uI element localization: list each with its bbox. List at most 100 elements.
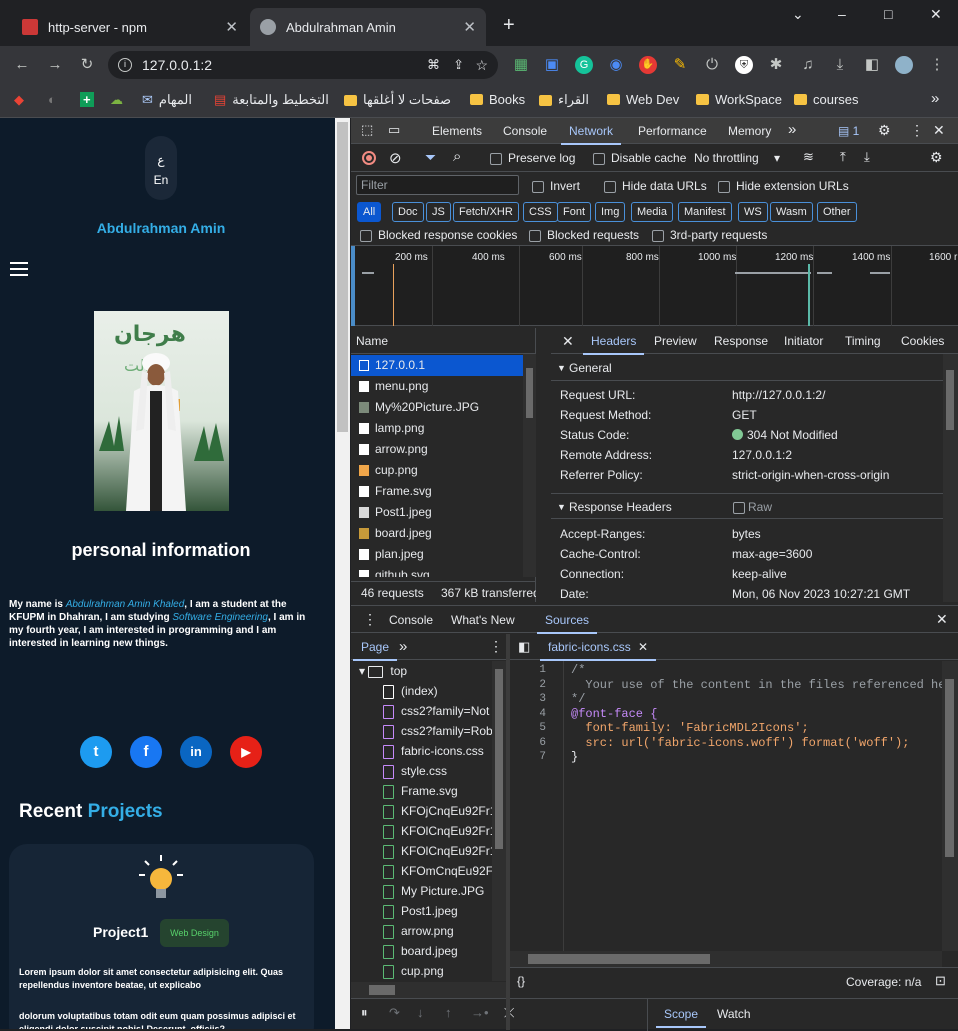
step-over-icon[interactable]: ↷ (389, 1005, 400, 1021)
reload-icon[interactable]: ↻ (78, 56, 96, 74)
bookmark-planning[interactable]: ▤ التخطيط والمتابعة (214, 92, 329, 108)
device-toolbar-icon[interactable]: ▭ (388, 122, 400, 138)
step-icon[interactable]: →• (471, 1005, 489, 1020)
third-party-checkbox[interactable]: 3rd-party requests (652, 228, 767, 242)
request-row[interactable]: Post1.jpeg (351, 502, 536, 523)
import-har-icon[interactable]: ⤒ (840, 149, 846, 165)
bookmark-icon-3[interactable]: + (80, 92, 94, 107)
request-row[interactable]: 127.0.0.1 (351, 355, 536, 376)
youtube-icon[interactable]: ▶ (230, 736, 262, 768)
record-icon[interactable] (362, 151, 376, 165)
throttling-select[interactable]: No throttling ▾ (694, 151, 780, 165)
filter-js[interactable]: JS (426, 202, 451, 222)
lang-arabic[interactable]: ع (145, 150, 177, 170)
tab-page[interactable]: Page (352, 640, 398, 661)
settings-gear-icon[interactable]: ⚙ (878, 122, 891, 139)
export-har-icon[interactable]: ⤓ (864, 149, 870, 165)
media-icon[interactable]: ♫ (799, 56, 817, 74)
step-out-icon[interactable]: ↑ (445, 1005, 452, 1020)
tab-performance[interactable]: Performance (638, 124, 707, 138)
bookmark-icon-4[interactable]: ☁ (110, 92, 123, 108)
hide-data-urls-checkbox[interactable]: Hide data URLs (604, 179, 707, 193)
request-row[interactable]: plan.jpeg (351, 544, 536, 565)
tree-item[interactable]: KFOjCnqEu92Fr1 (383, 804, 496, 819)
request-row[interactable]: board.jpeg (351, 523, 536, 544)
filter-manifest[interactable]: Manifest (678, 202, 732, 222)
response-headers-section-header[interactable]: ▼ Response Headers Raw (551, 493, 943, 519)
pretty-print-icon[interactable]: {} (517, 974, 525, 988)
preserve-log-checkbox[interactable]: Preserve log (490, 151, 575, 165)
tree-scrollbar[interactable] (492, 661, 506, 981)
pause-icon[interactable]: ⏸ (361, 1005, 368, 1021)
tree-hscrollbar[interactable] (351, 982, 506, 998)
grammarly-icon[interactable]: G (575, 56, 593, 74)
request-row[interactable]: My%20Picture.JPG (351, 397, 536, 418)
tree-item[interactable]: style.css (383, 764, 447, 779)
lang-english[interactable]: En (145, 170, 177, 190)
network-timeline-overview[interactable]: 200 ms 400 ms 600 ms 800 ms 1000 ms 1200… (351, 246, 958, 326)
tab-elements[interactable]: Elements (432, 124, 482, 138)
request-row[interactable]: Frame.svg (351, 481, 536, 502)
bookmark-folder-readers[interactable]: القراء (539, 92, 589, 108)
editor-tab-fabric-icons[interactable]: fabric-icons.css ✕ (539, 640, 657, 661)
tab-console[interactable]: Console (503, 124, 547, 138)
close-icon[interactable]: ✕ (225, 18, 238, 36)
request-row[interactable]: cup.png (351, 460, 536, 481)
tree-item[interactable]: Frame.svg (383, 784, 458, 799)
tab-network[interactable]: Network (560, 124, 622, 145)
address-bar[interactable]: i 127.0.0.1:2 ⌘ ⇪ ☆ (108, 51, 498, 79)
shield-icon[interactable]: ⛨ (735, 56, 753, 74)
bookmark-icon-2[interactable]: ◐ (48, 92, 56, 107)
general-value[interactable]: strict-origin-when-cross-origin (732, 468, 889, 482)
editor-hscrollbar[interactable] (510, 951, 942, 967)
response-value[interactable]: Mon, 06 Nov 2023 10:27:21 GMT (732, 587, 910, 601)
tab-initiator[interactable]: Initiator (784, 334, 823, 348)
request-row[interactable]: github.svg (351, 565, 536, 577)
tab-timing[interactable]: Timing (845, 334, 881, 348)
tree-item[interactable]: KFOmCnqEu92Fr (383, 864, 497, 879)
linkedin-icon[interactable]: in (180, 736, 212, 768)
details-scrollbar[interactable] (943, 354, 958, 602)
minimize-button[interactable]: – (838, 6, 846, 22)
request-row[interactable]: arrow.png (351, 439, 536, 460)
bookmark-icon-1[interactable]: ◆ (14, 92, 24, 108)
filter-media[interactable]: Media (631, 202, 673, 222)
tab-npm[interactable]: http-server - npm ✕ (12, 8, 248, 46)
devtools-menu-icon[interactable]: ⋮ (910, 122, 924, 139)
adblock-icon[interactable]: ✋ (639, 56, 657, 74)
step-into-icon[interactable]: ↓ (417, 1005, 424, 1020)
tab-abdulrahman[interactable]: Abdulrahman Amin ✕ (250, 8, 486, 46)
filter-ws[interactable]: WS (738, 202, 768, 222)
general-section-header[interactable]: ▼ General (551, 355, 943, 381)
issues-badge[interactable]: ▤ 1 (838, 124, 859, 138)
general-value[interactable]: GET (732, 408, 757, 422)
new-tab-button[interactable]: + (503, 14, 515, 37)
disable-cache-checkbox[interactable]: Disable cache (593, 151, 686, 165)
filter-font[interactable]: Font (557, 202, 592, 222)
highlighter-icon[interactable]: ✎ (671, 56, 689, 74)
tab-headers[interactable]: Headers (582, 334, 645, 355)
navigator-menu-icon[interactable]: ⋮ (489, 638, 503, 655)
more-navigator-tabs[interactable]: » (399, 638, 407, 655)
tab-preview[interactable]: Preview (654, 334, 697, 348)
tree-item[interactable]: fabric-icons.css (383, 744, 484, 759)
bookmark-star-icon[interactable]: ☆ (475, 57, 488, 74)
menu-icon[interactable]: ⋮ (928, 56, 946, 74)
tree-item[interactable]: board.jpeg (383, 944, 458, 959)
name-column-header[interactable]: Name (351, 328, 536, 354)
drawer-menu-icon[interactable]: ⋮ (363, 611, 377, 628)
bookmark-folder-courses[interactable]: courses (794, 92, 859, 107)
extensions-icon[interactable]: ✱ (767, 56, 785, 74)
drawer-tab-sources[interactable]: Sources (536, 613, 598, 634)
request-list-scrollbar[interactable] (523, 354, 536, 577)
tab-response[interactable]: Response (714, 334, 768, 348)
site-name[interactable]: Abdulrahman Amin (0, 220, 322, 236)
network-conditions-icon[interactable]: ≋ (803, 149, 814, 165)
filter-all[interactable]: All (357, 202, 382, 222)
side-panel-icon[interactable]: ◧ (863, 56, 881, 74)
hamburger-menu-icon[interactable] (10, 262, 28, 280)
toggle-sidebar-icon[interactable]: ⊡ (935, 973, 946, 989)
tree-item[interactable]: css2?family=Not (383, 704, 489, 719)
tab-cookies[interactable]: Cookies (901, 334, 944, 348)
profile-avatar[interactable] (895, 56, 913, 74)
